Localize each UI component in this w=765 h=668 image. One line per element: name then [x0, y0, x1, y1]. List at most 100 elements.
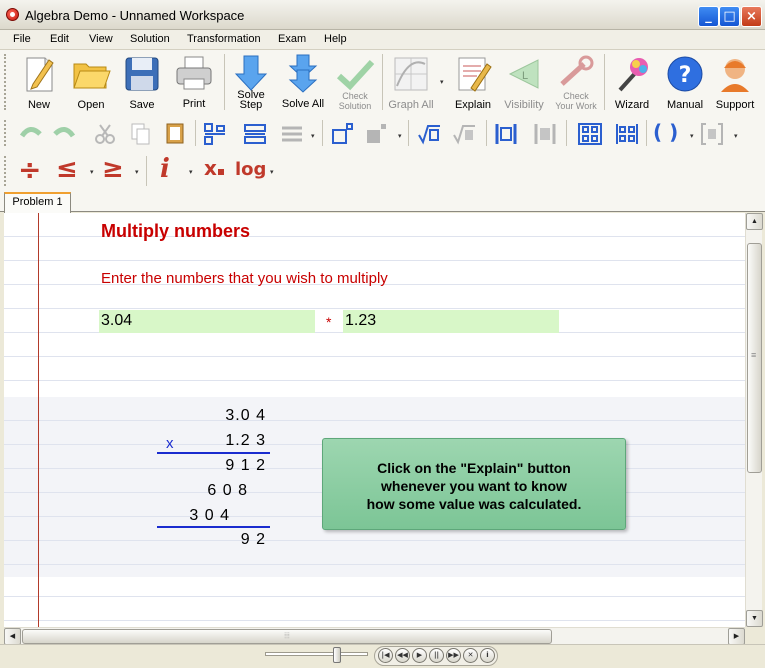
- tab-strip: Problem 1: [0, 190, 765, 213]
- redo-icon[interactable]: [53, 120, 77, 144]
- rewind-button[interactable]: ◀◀: [395, 648, 410, 663]
- graph-all-dropdown[interactable]: ▾: [440, 78, 444, 86]
- horizontal-scrollbar[interactable]: ◀ ⦙⦙⦙ ▶: [4, 627, 745, 645]
- log-button[interactable]: log: [235, 159, 266, 180]
- info-button[interactable]: i: [480, 648, 495, 663]
- solve-step-button[interactable]: Solve Step: [223, 52, 279, 112]
- cut-icon[interactable]: [93, 122, 117, 146]
- square-root-icon[interactable]: [417, 122, 441, 146]
- nth-root-icon[interactable]: [452, 122, 476, 146]
- fast-forward-button[interactable]: ▶▶: [446, 648, 461, 663]
- align-rows-icon[interactable]: [280, 122, 304, 146]
- scroll-down-button[interactable]: ▼: [746, 610, 763, 627]
- playback-slider-track[interactable]: [265, 652, 368, 656]
- norm-icon[interactable]: [533, 122, 557, 146]
- save-button[interactable]: Save: [114, 52, 170, 112]
- graph-all-button[interactable]: Graph All: [383, 52, 439, 112]
- vertical-scrollbar[interactable]: ▲ ≡ ▼: [745, 213, 763, 627]
- scroll-up-button[interactable]: ▲: [746, 213, 763, 230]
- menu-transformation[interactable]: Transformation: [187, 33, 261, 45]
- scroll-left-button[interactable]: ◀: [4, 628, 21, 645]
- menu-edit[interactable]: Edit: [50, 33, 69, 45]
- divide-button[interactable]: ÷: [18, 153, 41, 186]
- toolbar: New Open Save Print Solve Step Solve All…: [0, 50, 765, 190]
- problem-heading: Multiply numbers: [101, 221, 251, 241]
- title-bar[interactable]: Algebra Demo - Unnamed Workspace _ □ ×: [0, 0, 765, 30]
- minimize-button[interactable]: _: [698, 6, 719, 27]
- power-dropdown[interactable]: ▾: [398, 132, 402, 140]
- first-step-button[interactable]: |◀: [378, 648, 393, 663]
- menu-help[interactable]: Help: [324, 33, 347, 45]
- playback-bar: |◀ ◀◀ ▶ || ▶▶ ✕ i: [0, 644, 765, 668]
- copy-icon[interactable]: [128, 122, 152, 146]
- menu-exam[interactable]: Exam: [278, 33, 306, 45]
- maximize-button[interactable]: □: [719, 6, 740, 27]
- manual-button[interactable]: ? Manual: [657, 52, 713, 112]
- fraction-icon[interactable]: [203, 122, 227, 146]
- tab-problem-1[interactable]: Problem 1: [4, 192, 71, 213]
- horizontal-scroll-thumb[interactable]: ⦙⦙⦙: [22, 629, 552, 644]
- window-title: Algebra Demo - Unnamed Workspace: [25, 8, 245, 23]
- workspace-notebook[interactable]: Multiply numbers Enter the numbers that …: [4, 213, 745, 627]
- close-button[interactable]: ×: [741, 6, 762, 27]
- app-logo-icon[interactable]: [6, 8, 19, 21]
- check-your-work-label-2: Your Work: [555, 101, 597, 111]
- brackets-icon[interactable]: [700, 122, 724, 146]
- determinant-icon[interactable]: [615, 122, 639, 146]
- playback-slider-thumb[interactable]: [333, 647, 341, 663]
- first-number-field[interactable]: 3.04: [99, 310, 315, 333]
- support-button[interactable]: Support: [707, 52, 763, 112]
- pause-button[interactable]: ||: [429, 648, 444, 663]
- matrix-icon[interactable]: [578, 122, 602, 146]
- log-dropdown[interactable]: ▾: [270, 168, 274, 176]
- parentheses-button[interactable]: ( ): [653, 120, 678, 144]
- stop-button[interactable]: ✕: [463, 648, 478, 663]
- align-dropdown[interactable]: ▾: [311, 132, 315, 140]
- less-equal-dropdown[interactable]: ▾: [90, 168, 94, 176]
- explain-button[interactable]: Explain: [445, 52, 501, 112]
- subscript-button[interactable]: x: [204, 156, 224, 180]
- undo-icon[interactable]: [18, 120, 42, 144]
- parentheses-dropdown[interactable]: ▾: [690, 132, 694, 140]
- toolbar-grip[interactable]: [4, 156, 7, 186]
- absolute-value-icon[interactable]: [494, 122, 518, 146]
- stack-rows-icon[interactable]: [243, 122, 267, 146]
- double-down-arrow-icon: [288, 54, 318, 93]
- open-button[interactable]: Open: [63, 52, 119, 112]
- toolbar-separator: [486, 120, 487, 146]
- greater-equal-button[interactable]: ≥: [102, 154, 124, 184]
- play-button[interactable]: ▶: [412, 648, 427, 663]
- less-equal-button[interactable]: ≤: [56, 154, 78, 184]
- wizard-button[interactable]: Wizard: [604, 52, 660, 112]
- second-number-field[interactable]: 1.23: [343, 310, 559, 333]
- solve-all-label: Solve All: [281, 98, 325, 110]
- print-button[interactable]: Print: [166, 52, 222, 112]
- menu-solution[interactable]: Solution: [130, 33, 170, 45]
- menu-file[interactable]: File: [13, 33, 31, 45]
- power-box-icon[interactable]: [364, 122, 388, 146]
- imaginary-dropdown[interactable]: ▾: [189, 168, 193, 176]
- solve-step-label-2: Step: [239, 99, 263, 111]
- menu-view[interactable]: View: [89, 33, 113, 45]
- toolbar-grip[interactable]: [4, 54, 7, 110]
- partial-product-1: 9 1 2: [225, 457, 266, 474]
- check-your-work-button[interactable]: Check Your Work: [548, 52, 604, 112]
- solve-all-button[interactable]: Solve All: [275, 52, 331, 112]
- multiply-operator: *: [326, 314, 332, 330]
- greater-equal-dropdown[interactable]: ▾: [135, 168, 139, 176]
- toolbar-grip[interactable]: [4, 120, 7, 146]
- paste-icon[interactable]: [163, 121, 187, 145]
- new-button[interactable]: New: [11, 52, 67, 112]
- floppy-disk-icon: [125, 57, 159, 91]
- scroll-right-button[interactable]: ▶: [728, 628, 745, 645]
- visibility-layer-icon: L: [508, 59, 539, 89]
- toolbar-separator: [646, 120, 647, 146]
- check-solution-button[interactable]: Check Solution: [327, 52, 383, 112]
- visibility-button[interactable]: L Visibility: [496, 52, 552, 112]
- vertical-scroll-thumb[interactable]: ≡: [747, 243, 762, 473]
- imaginary-unit-button[interactable]: i: [160, 154, 170, 184]
- superscript-box-icon[interactable]: [330, 122, 354, 146]
- margin-line: [38, 213, 39, 627]
- toolbar-separator: [408, 120, 409, 146]
- brackets-dropdown[interactable]: ▾: [734, 132, 738, 140]
